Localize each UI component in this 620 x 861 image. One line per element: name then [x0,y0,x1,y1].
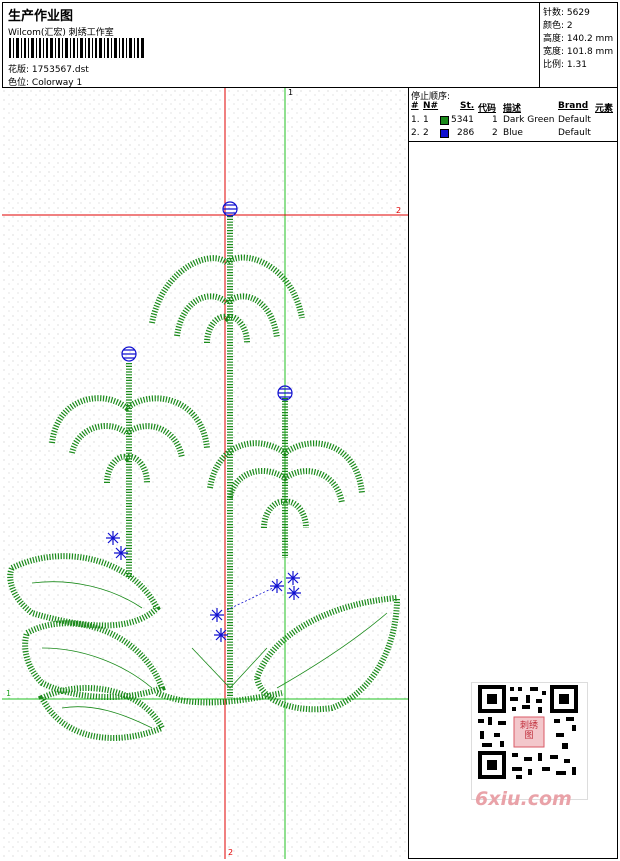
page-title: 生产作业图 [8,9,74,24]
design-file: 1753567.dst [31,65,89,75]
col-index: # [411,101,419,111]
col-description: 描述 [503,104,522,114]
colorway-value: Colorway 1 [31,78,83,88]
company-name: Wilcom(汇宏) 刺绣工作室 [8,28,114,38]
table-row: 2. 2 286 2 Blue Default [411,128,591,138]
stat-scale: 比例: 1.31 [543,60,587,70]
color-swatch [440,116,449,125]
stat-height: 高度: 140.2 mm [543,34,614,44]
watermark: 6xiu.com [475,788,572,810]
panel-divider [409,141,618,142]
color-swatch [440,129,449,138]
colorway-label: 色位: [8,78,30,88]
design-file-line: 花版: 1753567.dst [8,62,89,75]
guide-label-right: 2 [396,206,402,215]
table-row: 1. 1 5341 1 Dark Green Default [411,115,591,125]
barcode [9,38,144,58]
col-stitches: St. [460,101,475,111]
stat-colors: 颜色: 2 [543,21,573,31]
guide-label-bottom: 2 [228,848,234,857]
guide-label-top: 1 [288,88,294,97]
col-element: 元素 [595,104,614,114]
qr-badge: 刺绣图 [519,721,538,741]
guide-label-left: 1 [6,689,12,698]
embroidery-design [2,88,408,859]
design-label: 花版: [8,65,30,75]
col-needle: N# [423,101,439,111]
colorway-line: 色位: Colorway 1 [8,75,82,88]
col-code: 代码 [478,104,497,114]
stat-stitches: 针数: 5629 [543,8,590,18]
stat-width: 宽度: 101.8 mm [543,47,614,57]
qr-code: 刺绣图 [471,682,588,800]
header-info: 生产作业图 Wilcom(汇宏) 刺绣工作室 花版: 1753567.dst 色… [2,2,540,88]
embroidery-canvas: 1 2 1 2 [2,88,409,859]
col-brand: Brand [558,101,589,111]
